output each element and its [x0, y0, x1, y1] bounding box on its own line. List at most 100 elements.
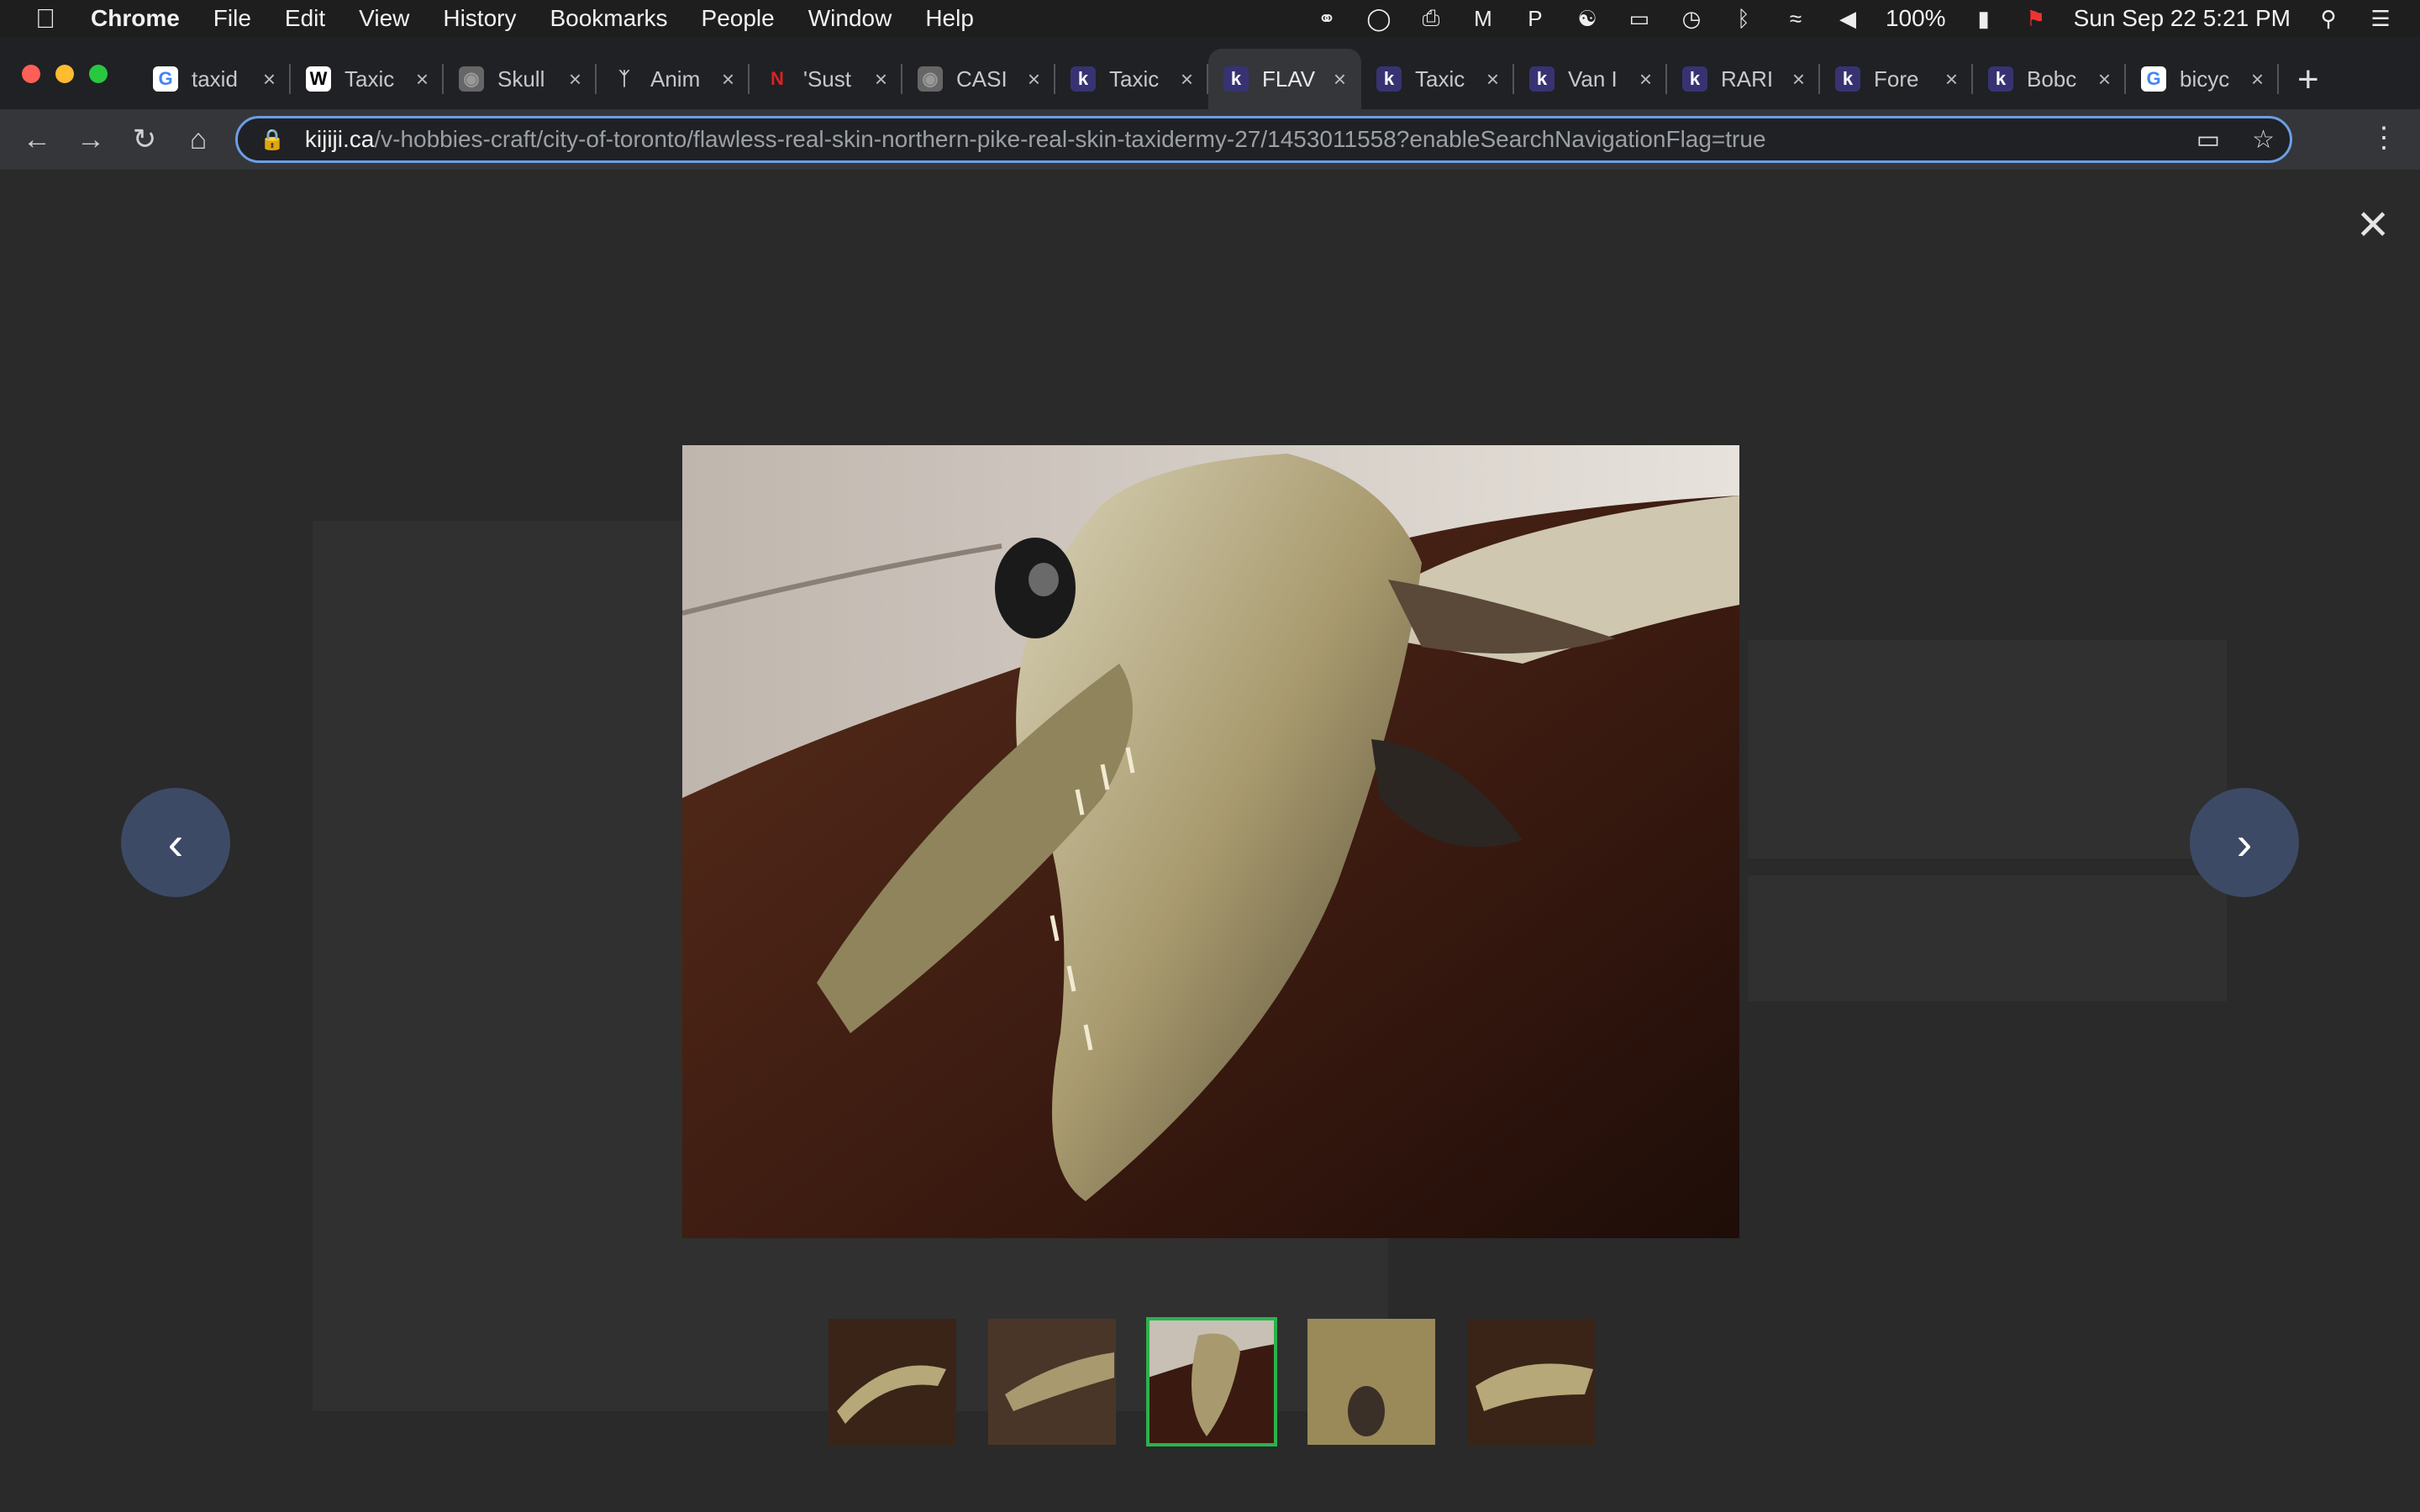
kijiji-icon: k: [1682, 66, 1707, 92]
thumbnail-1[interactable]: [829, 1319, 956, 1445]
cast-icon[interactable]: ▭: [2196, 125, 2220, 155]
close-tab-icon[interactable]: ×: [569, 66, 581, 92]
thumbnail-5[interactable]: [1467, 1319, 1595, 1445]
tab-separator: [2277, 64, 2279, 94]
next-image-button[interactable]: ›: [2190, 788, 2299, 897]
browser-tab[interactable]: W Taxic ×: [291, 49, 444, 109]
close-tab-icon[interactable]: ×: [2098, 66, 2111, 92]
close-tab-icon[interactable]: ×: [875, 66, 887, 92]
pike-taxidermy-photo: [682, 445, 1739, 1238]
zoom-window-button[interactable]: [89, 65, 108, 83]
reload-button[interactable]: ↻: [126, 121, 163, 158]
browser-tab[interactable]: ◉ CASI ×: [902, 49, 1055, 109]
close-tab-icon[interactable]: ×: [1486, 66, 1499, 92]
close-tab-icon[interactable]: ×: [1334, 66, 1346, 92]
browser-tab[interactable]: k Taxic ×: [1361, 49, 1514, 109]
lock-icon[interactable]: 🔒: [260, 128, 285, 152]
browser-tab[interactable]: k Van I ×: [1514, 49, 1667, 109]
window-controls: [22, 65, 108, 83]
airplay-icon[interactable]: ▭: [1625, 6, 1654, 31]
new-tab-button[interactable]: +: [2297, 59, 2319, 101]
browser-tab[interactable]: k Taxic ×: [1055, 49, 1208, 109]
back-button[interactable]: ←: [18, 121, 55, 158]
close-gallery-icon[interactable]: ×: [2349, 197, 2396, 250]
address-bar-actions: ▭ ☆: [2196, 125, 2275, 155]
menu-bookmarks[interactable]: Bookmarks: [550, 5, 667, 32]
tab-title: taxid: [192, 66, 238, 92]
battery-icon[interactable]: ▮: [1970, 6, 1998, 31]
close-window-button[interactable]: [22, 65, 40, 83]
menu-app-name[interactable]: Chrome: [91, 5, 180, 32]
malwarebytes-icon[interactable]: M: [1469, 6, 1497, 31]
close-tab-icon[interactable]: ×: [1945, 66, 1958, 92]
thumbnail-3-image: [1148, 1319, 1276, 1445]
volume-icon[interactable]: ◀: [1833, 6, 1862, 31]
battery-percent: 100%: [1885, 5, 1946, 31]
tab-title: 'Sust: [803, 66, 851, 92]
close-tab-icon[interactable]: ×: [1639, 66, 1652, 92]
kijiji-icon: k: [1988, 66, 2013, 92]
clock[interactable]: Sun Sep 22 5:21 PM: [2074, 5, 2291, 32]
browser-tab[interactable]: k RARI ×: [1667, 49, 1820, 109]
close-tab-icon[interactable]: ×: [722, 66, 734, 92]
menu-file[interactable]: File: [213, 5, 251, 32]
close-tab-icon[interactable]: ×: [1181, 66, 1193, 92]
accessibility-icon[interactable]: ☯: [1573, 6, 1602, 31]
browser-tab[interactable]: N 'Sust ×: [750, 49, 902, 109]
menu-window[interactable]: Window: [808, 5, 892, 32]
address-bar[interactable]: 🔒 kijiji.ca /v-hobbies-craft/city-of-tor…: [235, 116, 2292, 163]
close-tab-icon[interactable]: ×: [416, 66, 429, 92]
menu-view[interactable]: View: [359, 5, 409, 32]
thumbnail-2-image: [988, 1319, 1116, 1445]
close-tab-icon[interactable]: ×: [263, 66, 276, 92]
minimize-window-button[interactable]: [55, 65, 74, 83]
canada-flag-icon[interactable]: ⚑: [2022, 6, 2050, 31]
browser-tab[interactable]: k Bobc ×: [1973, 49, 2126, 109]
creative-cloud-icon[interactable]: ⚭: [1313, 6, 1341, 31]
menu-help[interactable]: Help: [925, 5, 974, 32]
browser-tab[interactable]: ◉ Skull ×: [444, 49, 597, 109]
bluetooth-icon[interactable]: ᛒ: [1729, 6, 1758, 31]
kijiji-icon: k: [1835, 66, 1860, 92]
notification-center-icon[interactable]: ☰: [2366, 6, 2395, 31]
url-domain: kijiji.ca: [304, 126, 375, 152]
thumbnail-2[interactable]: [988, 1319, 1116, 1445]
browser-tab[interactable]: ᛉ Anim ×: [597, 49, 750, 109]
printer-icon[interactable]: ⎙: [1417, 5, 1445, 31]
close-tab-icon[interactable]: ×: [1028, 66, 1040, 92]
thumbnail-5-image: [1467, 1319, 1595, 1445]
parking-icon[interactable]: P: [1521, 6, 1549, 31]
browser-tab[interactable]: k Fore ×: [1820, 49, 1973, 109]
globe-icon: ◉: [918, 66, 943, 92]
google-icon: G: [2141, 66, 2166, 92]
dimmed-actions-panel: [1748, 875, 2227, 1001]
spotlight-search-icon[interactable]: ⚲: [2314, 6, 2343, 31]
thumbnail-4[interactable]: [1307, 1319, 1435, 1445]
sync-icon[interactable]: ◯: [1365, 6, 1393, 31]
chevron-right-icon: ›: [2236, 816, 2253, 869]
home-button[interactable]: ⌂: [180, 121, 217, 158]
tab-title: Taxic: [1415, 66, 1465, 92]
menu-edit[interactable]: Edit: [285, 5, 325, 32]
tab-title: Van I: [1568, 66, 1618, 92]
close-tab-icon[interactable]: ×: [1792, 66, 1805, 92]
menu-people[interactable]: People: [702, 5, 775, 32]
apple-menu-icon[interactable]: : [0, 3, 91, 34]
time-machine-icon[interactable]: ◷: [1677, 6, 1706, 31]
url-path: /v-hobbies-craft/city-of-toronto/flawles…: [374, 126, 1766, 152]
menu-history[interactable]: History: [443, 5, 516, 32]
browser-toolbar: ← → ↻ ⌂ 🔒 kijiji.ca /v-hobbies-craft/cit…: [0, 109, 2420, 170]
thumbnail-strip: [829, 1317, 1595, 1446]
bookmark-star-icon[interactable]: ☆: [2252, 125, 2275, 155]
kijiji-icon: k: [1529, 66, 1555, 92]
close-tab-icon[interactable]: ×: [2251, 66, 2264, 92]
tab-title: Fore: [1874, 66, 1919, 92]
browser-tab[interactable]: k FLAV ×: [1208, 49, 1361, 109]
wifi-icon[interactable]: ≈: [1781, 6, 1810, 31]
chrome-menu-icon[interactable]: ⋮: [2370, 121, 2398, 155]
previous-image-button[interactable]: ‹: [121, 788, 230, 897]
forward-button[interactable]: →: [72, 121, 109, 158]
browser-tab[interactable]: Gtaxid ×: [138, 49, 291, 109]
browser-tab[interactable]: Gbicyc ×: [2126, 49, 2279, 109]
thumbnail-3-selected[interactable]: [1146, 1317, 1277, 1446]
